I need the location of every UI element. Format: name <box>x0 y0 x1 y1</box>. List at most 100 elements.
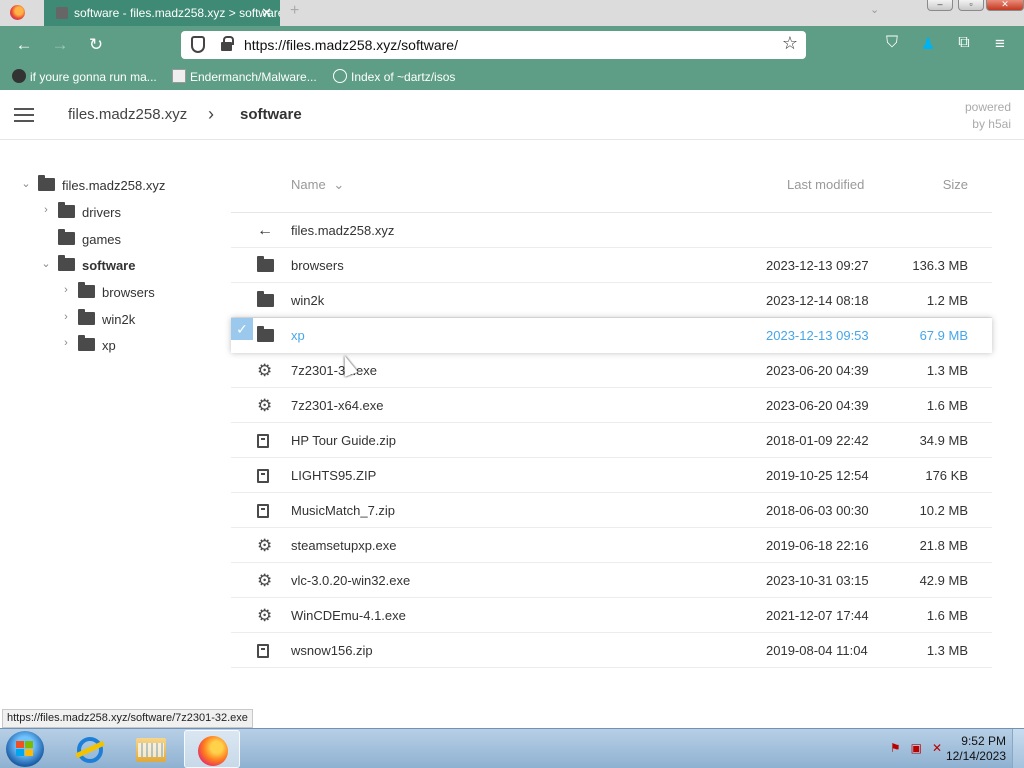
navigation-bar: ← → ↻ https://files.madz258.xyz/software… <box>0 26 1024 64</box>
tree-expand-icon[interactable]: › <box>60 337 72 349</box>
extensions-icon[interactable]: ⧉ <box>954 34 974 52</box>
new-tab-button[interactable]: + <box>290 2 299 20</box>
taskbar-ie[interactable] <box>62 730 118 768</box>
table-row[interactable]: win2k 2023-12-14 08:18 1.2 MB <box>231 283 992 318</box>
file-icon <box>257 504 273 518</box>
pocket-icon[interactable]: ⛉ <box>882 34 902 52</box>
row-name: steamsetupxp.exe <box>291 538 397 553</box>
taskbar-firefox[interactable] <box>184 730 240 768</box>
breadcrumb-current[interactable]: software <box>240 106 302 123</box>
forward-button[interactable]: → <box>49 34 71 56</box>
reload-button[interactable]: ↻ <box>85 34 107 56</box>
bookmark-item[interactable]: Index of ~dartz/isos <box>333 69 455 84</box>
bookmark-label: Endermanch/Malware... <box>190 70 317 84</box>
firefox-menu-icon[interactable] <box>10 5 25 20</box>
table-row[interactable]: wsnow156.zip 2019-08-04 11:04 1.3 MB <box>231 633 992 668</box>
maximize-button[interactable]: ▫ <box>958 0 984 11</box>
table-row[interactable]: ⚙ 7z2301-x64.exe 2023-06-20 04:39 1.6 MB <box>231 388 992 423</box>
folder-icon <box>78 335 95 351</box>
lock-icon[interactable] <box>221 36 234 51</box>
row-modified: 2023-12-13 09:27 <box>766 258 869 273</box>
bookmark-favicon-icon <box>12 69 26 83</box>
file-explorer-icon <box>136 738 166 762</box>
column-name-header[interactable]: Name ⌄ <box>291 177 344 193</box>
tree-expand-icon[interactable]: ⌄ <box>40 257 52 270</box>
row-size: 1.3 MB <box>926 363 968 378</box>
tree-expand-icon[interactable]: ⌄ <box>20 177 32 190</box>
table-row[interactable]: ⚙ vlc-3.0.20-win32.exe 2023-10-31 03:15 42.… <box>231 563 992 598</box>
system-tray[interactable]: ⚑▣✕ <box>890 741 952 755</box>
firefox-icon <box>198 736 228 766</box>
table-row[interactable]: ⚙ WinCDEmu-4.1.exe 2021-12-07 17:44 1.6 MB <box>231 598 992 633</box>
row-name: files.madz258.xyz <box>291 223 395 238</box>
bookmark-star-icon[interactable]: ☆ <box>782 33 798 54</box>
taskbar-clock[interactable]: 9:52 PM 12/14/2023 <box>946 734 1006 764</box>
folder-icon <box>78 282 95 298</box>
tab-active[interactable]: software - files.madz258.xyz > software … <box>44 0 280 26</box>
row-name: wsnow156.zip <box>291 643 373 658</box>
sidebar-toggle-icon[interactable] <box>14 108 34 122</box>
clock-time: 9:52 PM <box>961 734 1006 748</box>
list-all-tabs-icon[interactable]: ⌄ <box>870 3 879 16</box>
back-button[interactable]: ← <box>13 34 35 56</box>
row-size: 176 KB <box>925 468 968 483</box>
powered-by[interactable]: powered by h5ai <box>965 99 1011 133</box>
tree-label: games <box>82 232 122 247</box>
table-row[interactable]: ⚙ steamsetupxp.exe 2019-06-18 22:16 21.8 MB <box>231 528 992 563</box>
tree-expand-icon[interactable]: › <box>40 204 52 216</box>
bookmark-label: if youre gonna run ma... <box>30 70 157 84</box>
gear-icon: ⚙ <box>257 571 273 590</box>
tracking-shield-icon[interactable] <box>191 36 205 53</box>
close-window-button[interactable]: ✕ <box>986 0 1024 11</box>
tab-close-icon[interactable]: ✕ <box>261 0 272 26</box>
table-row-selected[interactable]: ✓ xp 2023-12-13 09:53 67.9 MB <box>231 318 992 353</box>
checkmark-icon[interactable]: ✓ <box>231 318 253 340</box>
row-name: xp <box>291 328 305 343</box>
row-name: browsers <box>291 258 344 273</box>
windows-logo-icon <box>16 741 34 757</box>
folder-tree: ⌄ files.madz258.xyz › drivers games ⌄ so… <box>0 140 230 710</box>
row-modified: 2019-10-25 12:54 <box>766 468 869 483</box>
row-size: 42.9 MB <box>919 573 968 588</box>
internet-explorer-icon <box>77 737 103 763</box>
url-bar[interactable]: https://files.madz258.xyz/software/ ☆ <box>181 31 806 59</box>
app-menu-icon[interactable]: ≡ <box>990 34 1010 54</box>
tree-label: files.madz258.xyz <box>62 178 166 193</box>
taskbar-explorer[interactable] <box>123 730 179 768</box>
folder-icon <box>257 291 274 308</box>
breadcrumb-root[interactable]: files.madz258.xyz <box>68 106 187 123</box>
gear-icon: ⚙ <box>257 606 273 625</box>
breadcrumb-separator: › <box>208 104 214 124</box>
bookmark-item[interactable]: Endermanch/Malware... <box>172 69 317 84</box>
row-modified: 2021-12-07 17:44 <box>766 608 869 623</box>
table-row[interactable]: browsers 2023-12-13 09:27 136.3 MB <box>231 248 992 283</box>
file-icon <box>257 644 273 658</box>
show-desktop-button[interactable] <box>1012 729 1024 768</box>
file-icon <box>257 469 273 483</box>
gear-icon: ⚙ <box>257 536 273 555</box>
row-modified: 2019-08-04 11:04 <box>766 643 868 658</box>
url-text[interactable]: https://files.madz258.xyz/software/ <box>244 37 458 53</box>
tree-label: software <box>82 258 136 273</box>
row-size: 136.3 MB <box>912 258 968 273</box>
row-modified: 2018-06-03 00:30 <box>766 503 869 518</box>
parent-folder-row[interactable]: ← files.madz258.xyz <box>231 213 992 248</box>
row-name: LIGHTS95.ZIP <box>291 468 377 483</box>
column-modified-header[interactable]: Last modified <box>787 177 864 192</box>
gear-icon: ⚙ <box>257 361 273 380</box>
bookmark-item[interactable]: if youre gonna run ma... <box>12 69 157 84</box>
table-row[interactable]: LIGHTS95.ZIP 2019-10-25 12:54 176 KB <box>231 458 992 493</box>
tree-label: win2k <box>102 312 136 327</box>
start-button[interactable] <box>6 731 44 767</box>
column-size-header[interactable]: Size <box>943 177 968 192</box>
table-row[interactable]: MusicMatch_7.zip 2018-06-03 00:30 10.2 MB <box>231 493 992 528</box>
folder-icon <box>58 202 75 218</box>
account-icon[interactable]: ♟ <box>918 34 938 54</box>
tree-expand-icon[interactable]: › <box>60 311 72 323</box>
row-modified: 2019-06-18 22:16 <box>766 538 869 553</box>
minimize-button[interactable]: – <box>927 0 953 11</box>
table-row[interactable]: HP Tour Guide.zip 2018-01-09 22:42 34.9 MB <box>231 423 992 458</box>
row-modified: 2023-10-31 03:15 <box>766 573 869 588</box>
tree-label: drivers <box>82 205 122 220</box>
tree-expand-icon[interactable]: › <box>60 284 72 296</box>
